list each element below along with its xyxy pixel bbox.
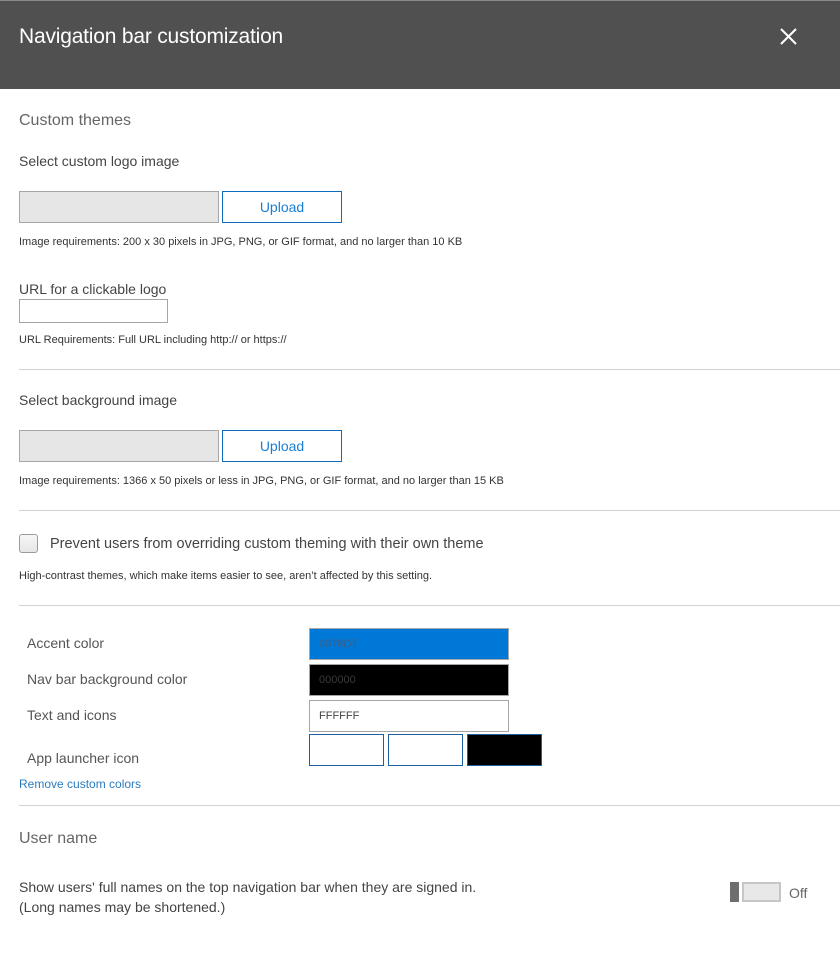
toggle-track <box>742 882 781 902</box>
url-requirements: URL Requirements: Full URL including htt… <box>19 334 287 346</box>
text-icons-color-input[interactable]: FFFFFF <box>309 700 509 732</box>
logo-url-input[interactable] <box>19 299 168 323</box>
close-icon <box>780 28 797 45</box>
nav-bg-color-label: Nav bar background color <box>27 671 188 687</box>
accent-color-label: Accent color <box>27 635 105 651</box>
toggle-knob <box>730 882 739 902</box>
logo-upload-button[interactable]: Upload <box>222 191 342 223</box>
logo-file-field[interactable] <box>19 191 219 223</box>
background-upload-button[interactable]: Upload <box>222 430 342 462</box>
high-contrast-note: High-contrast themes, which make items e… <box>19 570 433 582</box>
logo-requirements: Image requirements: 200 x 30 pixels in J… <box>19 236 463 248</box>
divider <box>19 605 840 606</box>
app-launcher-label: App launcher icon <box>27 750 140 766</box>
user-name-heading: User name <box>19 830 98 847</box>
close-button[interactable] <box>775 23 803 51</box>
logo-url-label: URL for a clickable logo <box>19 281 167 297</box>
background-file-field[interactable] <box>19 430 219 462</box>
user-name-description: Show users' full names on the top naviga… <box>19 877 476 917</box>
remove-custom-colors-link[interactable]: Remove custom colors <box>19 777 141 791</box>
user-name-description-line1: Show users' full names on the top naviga… <box>19 879 477 895</box>
divider <box>19 805 840 806</box>
custom-themes-heading: Custom themes <box>19 112 132 129</box>
app-launcher-swatch-white[interactable] <box>309 734 384 766</box>
divider <box>19 369 840 370</box>
panel-title: Navigation bar customization <box>19 25 284 48</box>
app-launcher-swatch-black[interactable] <box>467 734 542 766</box>
show-full-names-toggle[interactable] <box>730 882 781 902</box>
panel-header: Navigation bar customization <box>0 0 840 89</box>
toggle-state-label: Off <box>789 885 808 901</box>
app-launcher-swatch-white[interactable] <box>388 734 463 766</box>
logo-image-label: Select custom logo image <box>19 153 180 169</box>
text-icons-label: Text and icons <box>27 707 117 723</box>
divider <box>19 510 840 511</box>
prevent-override-label[interactable]: Prevent users from overriding custom the… <box>50 536 484 552</box>
accent-color-input[interactable]: 0078D7 <box>309 628 509 660</box>
background-image-label: Select background image <box>19 392 177 408</box>
user-name-description-line2: (Long names may be shortened.) <box>19 899 226 915</box>
prevent-override-checkbox[interactable] <box>19 534 38 553</box>
nav-bg-color-input[interactable]: 000000 <box>309 664 509 696</box>
background-requirements: Image requirements: 1366 x 50 pixels or … <box>19 475 504 487</box>
